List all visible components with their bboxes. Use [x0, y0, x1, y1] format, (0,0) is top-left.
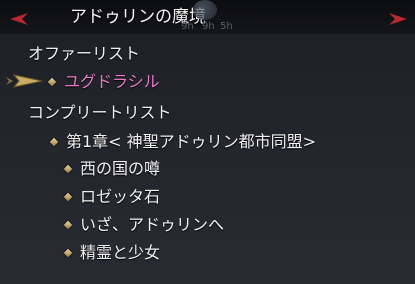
quest-log-window: アドゥリンの魔境 9h 9h 5h オファーリスト ユグドラシル コンプリートリ… [0, 0, 415, 284]
status-orb-icon [193, 0, 217, 20]
selection-cursor-icon [4, 73, 44, 89]
quest-item[interactable]: いざ、アドゥリンへ [80, 215, 224, 235]
offer-list-header: オファーリスト [28, 44, 141, 63]
prev-page-arrow-icon[interactable] [10, 10, 28, 25]
bullet-icon [63, 164, 73, 174]
ghost-label: 9h [202, 21, 215, 32]
chapter-item[interactable]: 第1章< 神聖アドゥリン都市同盟> [66, 132, 316, 152]
quest-item[interactable]: 精霊と少女 [80, 243, 160, 263]
bullet-icon [63, 248, 73, 258]
ghost-label: 5h [220, 21, 233, 32]
quest-item-yggdrasil[interactable]: ユグドラシル [64, 72, 160, 92]
bullet-icon [63, 192, 73, 202]
ghost-label: 9h [181, 21, 194, 32]
quest-item[interactable]: ロゼッタ石 [80, 187, 160, 207]
quest-item[interactable]: 西の国の噂 [80, 159, 160, 179]
complete-list-header: コンプリートリスト [28, 103, 172, 122]
bullet-icon [63, 220, 73, 230]
title-bar: アドゥリンの魔境 9h 9h 5h [0, 0, 415, 34]
bullet-icon [47, 77, 57, 87]
bullet-icon [49, 137, 59, 147]
next-page-arrow-icon[interactable] [389, 10, 407, 25]
